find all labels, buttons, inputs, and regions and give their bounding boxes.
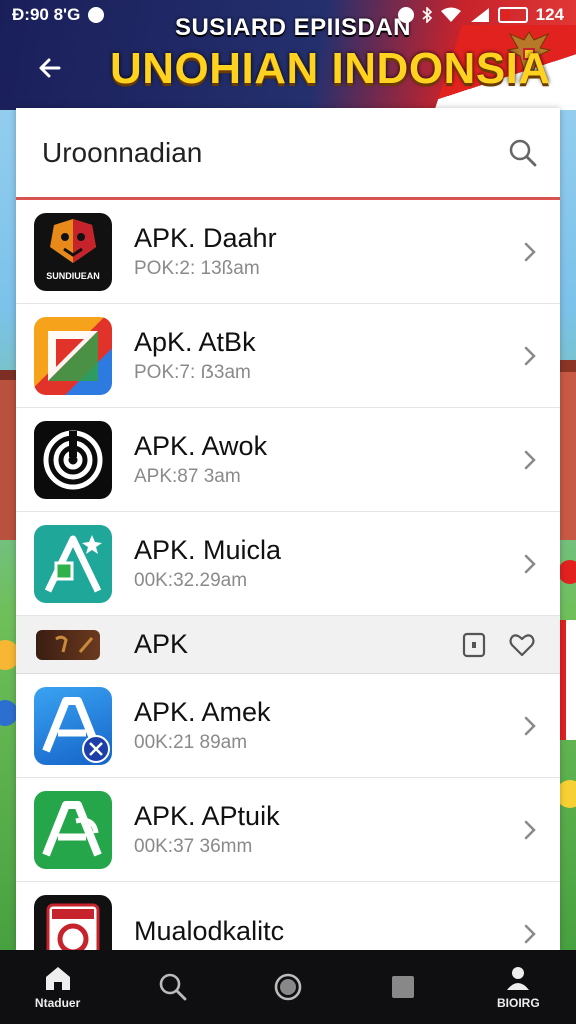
background-balloon: [558, 560, 576, 584]
circle-icon: [274, 973, 302, 1001]
playing-card-icon: [46, 903, 100, 950]
battery-level: 124: [535, 5, 564, 24]
search-input[interactable]: Uroonnadian: [42, 137, 202, 169]
notification-icon: [88, 7, 105, 23]
app-name: ApK. AtBk: [134, 326, 256, 357]
section-label: APK: [134, 629, 189, 659]
app-name: APK. Amek: [134, 696, 271, 727]
nav-profile[interactable]: BIOIRG: [478, 952, 558, 1022]
list-item[interactable]: APK. APtuik 00K:37 36mm: [16, 778, 560, 882]
list-item[interactable]: APK. Muicla 00K:32.29am: [16, 512, 560, 616]
header-title: UNOHIAN INDONSIA: [110, 44, 551, 93]
nav-search[interactable]: [133, 952, 213, 1022]
sundhian-logo-icon: SUNDIUEAN: [34, 212, 112, 291]
bottom-navigation: Ntaduer BIOIRG: [0, 950, 576, 1024]
status-time: Ð:90 8'G: [12, 5, 81, 24]
status-bar: Ð:90 8'G 124: [0, 0, 576, 30]
letter-a-icon: [44, 534, 102, 593]
bookmark-icon[interactable]: [460, 631, 488, 659]
home-icon: [45, 967, 70, 990]
app-list: SUNDIUEAN APK. Daahr POK:2: 13ßam ApK. A…: [16, 200, 560, 950]
square-icon: [392, 976, 415, 998]
app-meta: APK:87 3am: [134, 466, 241, 488]
signal-icon: [470, 8, 489, 22]
card-icon: [34, 894, 112, 950]
arrow-left-icon: [39, 58, 61, 78]
play-store-icon: [34, 316, 112, 395]
list-item[interactable]: Mualodkalitc: [16, 882, 560, 950]
chevron-right-icon: [524, 346, 536, 365]
section-thumbnail: [36, 629, 100, 660]
search-bar[interactable]: Uroonnadian: [16, 108, 560, 200]
search-icon[interactable]: [508, 138, 538, 168]
letter-a-icon: [42, 696, 110, 763]
app-name: Mualodkalitc: [134, 915, 285, 946]
app-icon-caption: SUNDIUEAN: [46, 270, 100, 281]
chevron-right-icon: [524, 924, 536, 943]
chevron-right-icon: [524, 450, 536, 469]
chevron-right-icon: [524, 554, 536, 573]
list-item[interactable]: APK. Amek 00K:21 89am: [16, 674, 560, 778]
back-button[interactable]: [30, 48, 70, 88]
sketch-a-icon: [34, 524, 112, 603]
nav-home[interactable]: Ntaduer: [18, 952, 98, 1022]
app-name: APK. APtuik: [134, 800, 280, 831]
spiral-icon: [34, 420, 112, 499]
nav-label: BIOIRG: [497, 996, 540, 1010]
list-item[interactable]: APK. Awok APK:87 3am: [16, 408, 560, 512]
battery-icon: [497, 7, 528, 23]
nav-recents[interactable]: [363, 952, 443, 1022]
search-icon: [159, 973, 187, 1001]
app-list-panel: Uroonnadian SUNDIUEAN APK. Daahr POK:2: …: [16, 108, 560, 950]
heart-icon[interactable]: [508, 631, 536, 659]
alarm-icon: [397, 7, 414, 23]
play-triangle-icon: [48, 330, 98, 381]
list-item[interactable]: SUNDIUEAN APK. Daahr POK:2: 13ßam: [16, 200, 560, 304]
section-thumbnail-icon: [55, 635, 94, 653]
green-a-icon: [34, 790, 112, 869]
spiral-logo-icon: [43, 430, 103, 489]
app-meta: POK:7: ẞ3am: [134, 362, 251, 384]
nav-label: Ntaduer: [34, 996, 81, 1010]
chevron-right-icon: [524, 716, 536, 735]
nav-home-circle[interactable]: [248, 952, 328, 1022]
app-meta: POK:2: 13ßam: [134, 258, 260, 280]
chevron-right-icon: [524, 242, 536, 261]
app-meta: 00K:37 36mm: [134, 836, 253, 858]
letter-a-icon: [42, 800, 102, 856]
bluetooth-icon: [422, 7, 432, 23]
app-name: APK. Muicla: [134, 534, 282, 565]
blue-a-icon: [34, 686, 112, 765]
section-header[interactable]: APK: [16, 616, 560, 674]
profile-icon: [507, 967, 530, 990]
list-item[interactable]: ApK. AtBk POK:7: ẞ3am: [16, 304, 560, 408]
app-meta: 00K:32.29am: [134, 570, 248, 592]
app-name: APK. Awok: [134, 430, 268, 461]
chevron-right-icon: [524, 820, 536, 839]
wifi-icon: [440, 7, 461, 22]
app-name: APK. Daahr: [134, 222, 277, 253]
app-meta: 00K:21 89am: [134, 732, 248, 754]
